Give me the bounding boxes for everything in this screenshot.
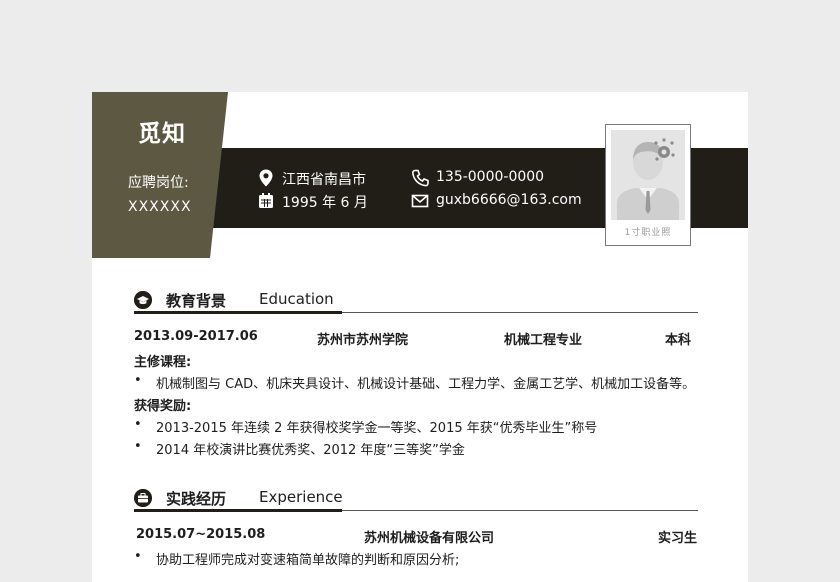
applicant-name: 觅知: [138, 121, 186, 147]
section-rule-thin: [342, 312, 698, 313]
calendar-icon: [259, 193, 273, 208]
photo-placeholder: [611, 130, 685, 220]
phone-icon: [412, 169, 429, 187]
experience-role: 实习生: [658, 531, 698, 546]
awards-label: 获得奖励:: [134, 399, 192, 414]
position-value: XXXXXX: [128, 199, 192, 215]
location-icon: [259, 169, 273, 187]
section-rule-thin: [342, 510, 698, 511]
experience-period: 2015.07~2015.08: [136, 527, 266, 542]
location-text: 江西省南昌市: [282, 172, 366, 188]
experience-title-cn: 实践经历: [166, 490, 227, 508]
mail-icon: [411, 194, 429, 208]
education-title-cn: 教育背景: [166, 292, 227, 310]
photo-caption: 1寸职业照: [624, 228, 672, 238]
education-degree: 本科: [665, 333, 692, 348]
photo-frame: 1寸职业照: [605, 124, 691, 246]
courses-label: 主修课程:: [134, 355, 192, 370]
position-label: 应聘岗位:: [128, 175, 189, 191]
resume-page: 觅知 应聘岗位: XXXXXX 江西省南昌市 1995 年 6 月 135-00…: [92, 92, 748, 582]
experience-title-en: Experience: [259, 488, 343, 506]
education-period: 2013.09-2017.06: [134, 329, 258, 344]
experience-company: 苏州机械设备有限公司: [364, 531, 495, 546]
experience-section-header: 实践经历 Experience: [134, 485, 698, 512]
phone-text: 135-0000-0000: [436, 169, 545, 185]
education-section-header: 教育背景 Education: [134, 287, 698, 314]
email-text: guxb6666@163.com: [436, 192, 582, 208]
person-silhouette-icon: [611, 130, 685, 220]
section-rule-thick: [134, 311, 342, 314]
graduation-cap-icon: [134, 291, 152, 309]
name-plate: 觅知 应聘岗位: XXXXXX: [92, 92, 228, 258]
section-rule-thick: [134, 509, 342, 512]
education-major: 机械工程专业: [504, 333, 583, 348]
education-school: 苏州市苏州学院: [317, 333, 409, 348]
education-title-en: Education: [259, 290, 334, 308]
birth-text: 1995 年 6 月: [282, 195, 368, 211]
briefcase-icon: [134, 489, 152, 507]
